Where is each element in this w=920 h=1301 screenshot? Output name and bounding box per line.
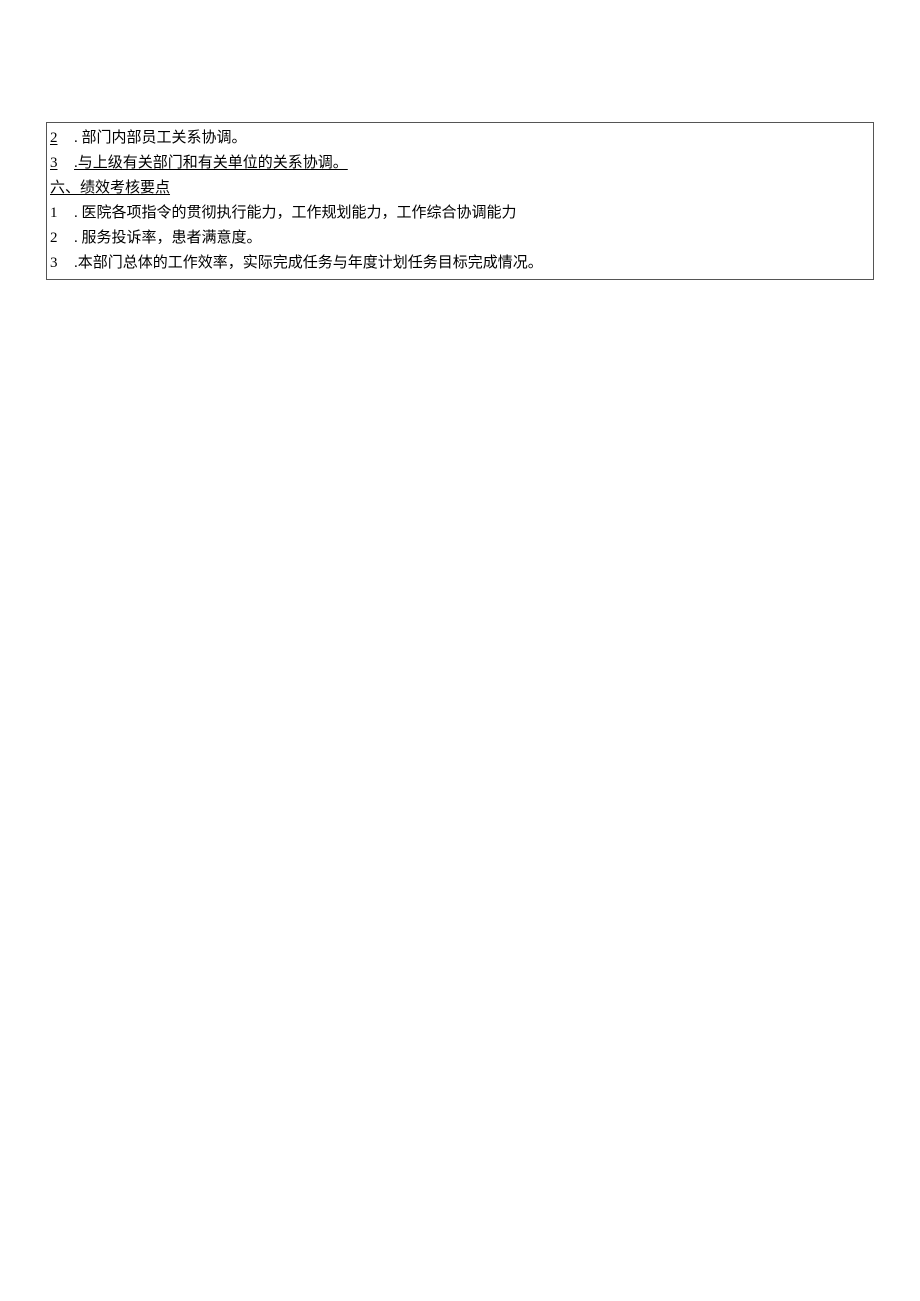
item-text: . 医院各项指令的贯彻执行能力，工作规划能力，工作综合协调能力 <box>74 201 517 226</box>
list-item: 3 .与上级有关部门和有关单位的关系协调。 <box>50 151 870 176</box>
item-text: . 部门内部员工关系协调。 <box>74 126 247 151</box>
item-text: .与上级有关部门和有关单位的关系协调。 <box>74 151 348 176</box>
section-heading: 六、绩效考核要点 <box>50 176 170 201</box>
item-text: .本部门总体的工作效率，实际完成任务与年度计划任务目标完成情况。 <box>74 251 543 276</box>
list-item: 1 . 医院各项指令的贯彻执行能力，工作规划能力，工作综合协调能力 <box>50 201 870 226</box>
item-number: 3 <box>50 251 58 276</box>
item-number: 3 <box>50 151 58 176</box>
list-item: 3 .本部门总体的工作效率，实际完成任务与年度计划任务目标完成情况。 <box>50 251 870 276</box>
list-item: 2 . 部门内部员工关系协调。 <box>50 126 870 151</box>
item-number: 1 <box>50 201 58 226</box>
section-heading-line: 六、绩效考核要点 <box>50 176 870 201</box>
item-number: 2 <box>50 226 58 251</box>
document-content-box: 2 . 部门内部员工关系协调。 3 .与上级有关部门和有关单位的关系协调。 六、… <box>46 122 874 280</box>
list-item: 2 . 服务投诉率，患者满意度。 <box>50 226 870 251</box>
item-number: 2 <box>50 126 58 151</box>
item-text: . 服务投诉率，患者满意度。 <box>74 226 262 251</box>
